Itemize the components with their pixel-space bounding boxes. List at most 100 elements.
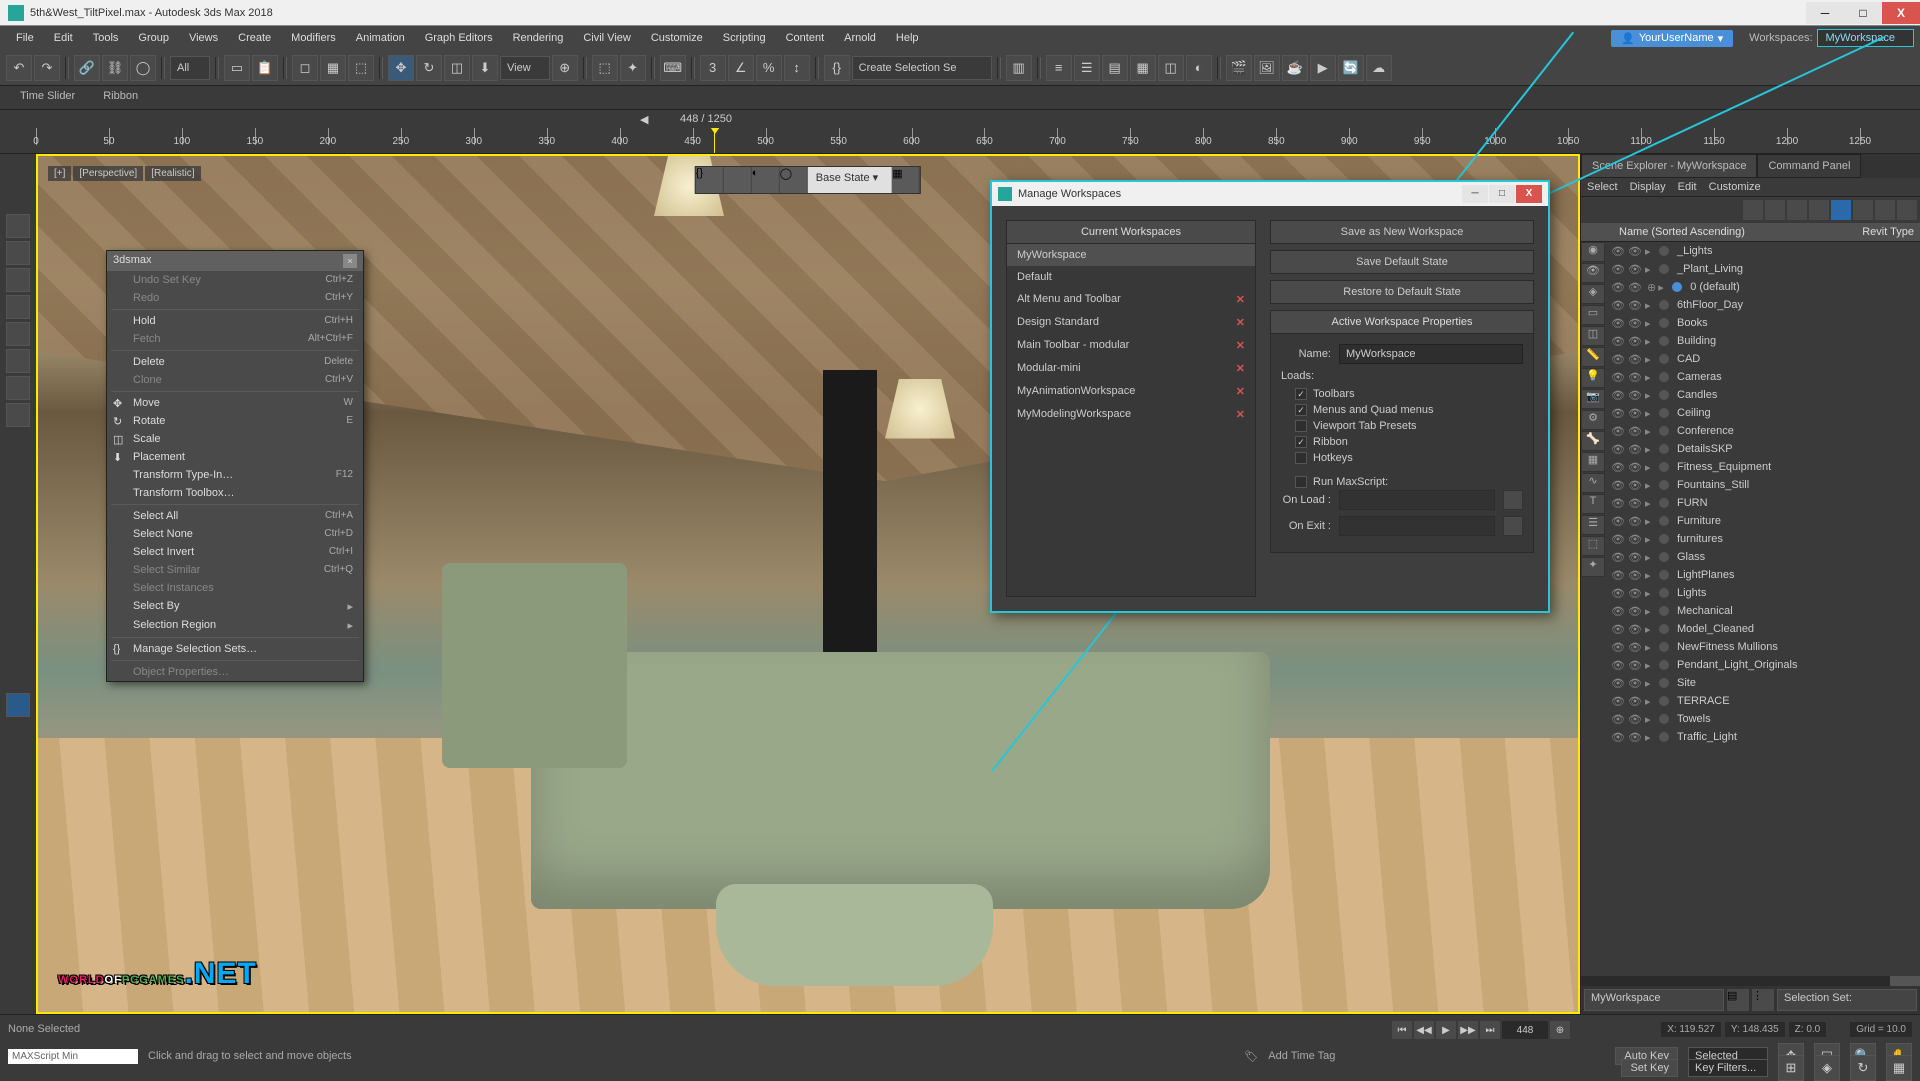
- tab-time-slider[interactable]: Time Slider: [6, 86, 89, 109]
- state-btn[interactable]: {}: [696, 167, 724, 193]
- explorer-tool[interactable]: [1787, 200, 1807, 220]
- placement-button[interactable]: ⬇: [472, 55, 498, 81]
- freeze-icon[interactable]: 👁: [1628, 280, 1642, 294]
- ctx-selection-region[interactable]: Selection Region▸: [107, 616, 363, 635]
- filter-icon[interactable]: T: [1581, 494, 1605, 514]
- scene-item[interactable]: 👁👁▸_Lights: [1607, 242, 1920, 260]
- freeze-icon[interactable]: 👁: [1628, 550, 1642, 564]
- onexit-browse[interactable]: [1503, 516, 1523, 536]
- visibility-icon[interactable]: 👁: [1611, 514, 1625, 528]
- ctx-select-all[interactable]: Select AllCtrl+A: [107, 507, 363, 525]
- scene-item[interactable]: 👁👁▸Lights: [1607, 584, 1920, 602]
- nav-btn[interactable]: ⊞: [1778, 1055, 1804, 1081]
- scene-item[interactable]: 👁👁▸Mechanical: [1607, 602, 1920, 620]
- scene-item[interactable]: 👁👁▸DetailsSKP: [1607, 440, 1920, 458]
- delete-workspace-icon[interactable]: ✕: [1236, 408, 1245, 421]
- scene-item[interactable]: 👁👁▸Glass: [1607, 548, 1920, 566]
- window-minimize[interactable]: ─: [1806, 2, 1844, 24]
- pivot-button[interactable]: ⊕: [552, 55, 578, 81]
- explorer-menu-edit[interactable]: Edit: [1678, 181, 1697, 193]
- percent-snap-button[interactable]: %: [756, 55, 782, 81]
- visibility-icon[interactable]: 👁: [1611, 262, 1625, 276]
- dialog-maximize[interactable]: □: [1489, 185, 1515, 203]
- menu-file[interactable]: File: [6, 28, 44, 48]
- ctx-hold[interactable]: HoldCtrl+H: [107, 312, 363, 330]
- menu-help[interactable]: Help: [886, 28, 929, 48]
- user-name-pill[interactable]: 👤 YourUserName ▾: [1611, 30, 1733, 47]
- visibility-icon[interactable]: 👁: [1611, 424, 1625, 438]
- menu-group[interactable]: Group: [128, 28, 179, 48]
- freeze-icon[interactable]: 👁: [1628, 658, 1642, 672]
- workspace-item[interactable]: Main Toolbar - modular✕: [1007, 334, 1255, 357]
- freeze-icon[interactable]: 👁: [1628, 460, 1642, 474]
- scene-item[interactable]: 👁👁▸CAD: [1607, 350, 1920, 368]
- scene-item[interactable]: 👁👁▸Ceiling: [1607, 404, 1920, 422]
- key-mode-button[interactable]: ⊕: [1550, 1021, 1570, 1039]
- visibility-icon[interactable]: 👁: [1611, 586, 1625, 600]
- undo-button[interactable]: ↶: [6, 55, 32, 81]
- visibility-icon[interactable]: 👁: [1611, 244, 1625, 258]
- explorer-menu-display[interactable]: Display: [1630, 181, 1666, 193]
- viewport-label[interactable]: [+][Perspective][Realistic]: [48, 166, 201, 181]
- workspace-dropdown[interactable]: MyWorkspace: [1817, 29, 1914, 47]
- unlink-button[interactable]: ⛓: [102, 55, 128, 81]
- filter-icon[interactable]: 📏: [1581, 347, 1605, 367]
- spinner-snap-button[interactable]: ↕: [784, 55, 810, 81]
- ctx-rotate[interactable]: ↻RotateE: [107, 412, 363, 430]
- visibility-icon[interactable]: 👁: [1611, 334, 1625, 348]
- explorer-foot-btn[interactable]: ▤: [1727, 989, 1749, 1011]
- frame-prev-icon[interactable]: ◀: [640, 113, 648, 126]
- freeze-icon[interactable]: 👁: [1628, 478, 1642, 492]
- freeze-icon[interactable]: 👁: [1628, 532, 1642, 546]
- scene-item[interactable]: 👁👁▸Furniture: [1607, 512, 1920, 530]
- filter-icon[interactable]: 🦴: [1581, 431, 1605, 451]
- sel-sets-button[interactable]: {}: [824, 55, 850, 81]
- menu-arnold[interactable]: Arnold: [834, 28, 886, 48]
- leftbar-btn[interactable]: [6, 214, 30, 238]
- filter-icon[interactable]: ◈: [1581, 284, 1605, 304]
- freeze-icon[interactable]: 👁: [1628, 244, 1642, 258]
- visibility-icon[interactable]: 👁: [1611, 730, 1625, 744]
- freeze-icon[interactable]: 👁: [1628, 370, 1642, 384]
- leftbar-btn[interactable]: [6, 376, 30, 400]
- dialog-close[interactable]: X: [1516, 185, 1542, 203]
- ctx-select-invert[interactable]: Select InvertCtrl+I: [107, 543, 363, 561]
- ctx-manage-selection-sets-[interactable]: {}Manage Selection Sets…: [107, 640, 363, 658]
- visibility-icon[interactable]: 👁: [1611, 406, 1625, 420]
- freeze-icon[interactable]: 👁: [1628, 586, 1642, 600]
- time-ruler[interactable]: 0501001502002503003504004505005506006507…: [0, 128, 1920, 154]
- filter-icon[interactable]: ✦: [1581, 557, 1605, 577]
- curve-editor-button[interactable]: ▦: [1130, 55, 1156, 81]
- leftbar-btn[interactable]: [6, 268, 30, 292]
- visibility-icon[interactable]: 👁: [1611, 712, 1625, 726]
- render-iter-button[interactable]: 🔄: [1338, 55, 1364, 81]
- nav-btn[interactable]: ↻: [1850, 1055, 1876, 1081]
- workspace-name-input[interactable]: [1339, 344, 1523, 364]
- render-prod-button[interactable]: ▶: [1310, 55, 1336, 81]
- visibility-icon[interactable]: 👁: [1611, 694, 1625, 708]
- freeze-icon[interactable]: 👁: [1628, 424, 1642, 438]
- ctx-transform-toolbox-[interactable]: Transform Toolbox…: [107, 484, 363, 502]
- filter-icon[interactable]: ▭: [1581, 305, 1605, 325]
- menu-animation[interactable]: Animation: [346, 28, 415, 48]
- key-filters-dropdown[interactable]: Key Filters...: [1688, 1059, 1768, 1077]
- explorer-tool[interactable]: [1831, 200, 1851, 220]
- visibility-icon[interactable]: 👁: [1611, 316, 1625, 330]
- workspace-item[interactable]: Modular-mini✕: [1007, 357, 1255, 380]
- scene-item[interactable]: 👁👁▸_Plant_Living: [1607, 260, 1920, 278]
- ctx-select-by[interactable]: Select By▸: [107, 597, 363, 616]
- save-default-state-button[interactable]: Save Default State: [1270, 250, 1534, 274]
- workspace-item[interactable]: Alt Menu and Toolbar✕: [1007, 288, 1255, 311]
- scene-item[interactable]: 👁👁▸NewFitness Mullions: [1607, 638, 1920, 656]
- render-cloud-button[interactable]: ☁: [1366, 55, 1392, 81]
- leftbar-btn-active[interactable]: [6, 693, 30, 717]
- explorer-tool[interactable]: [1765, 200, 1785, 220]
- checkbox-viewport-tab-presets[interactable]: [1295, 420, 1307, 432]
- visibility-icon[interactable]: 👁: [1611, 622, 1625, 636]
- filter-icon[interactable]: ☰: [1581, 515, 1605, 535]
- visibility-icon[interactable]: 👁: [1611, 370, 1625, 384]
- freeze-icon[interactable]: 👁: [1628, 442, 1642, 456]
- delete-workspace-icon[interactable]: ✕: [1236, 316, 1245, 329]
- filter-icon[interactable]: 👁: [1581, 263, 1605, 283]
- scene-item[interactable]: 👁👁▸Fitness_Equipment: [1607, 458, 1920, 476]
